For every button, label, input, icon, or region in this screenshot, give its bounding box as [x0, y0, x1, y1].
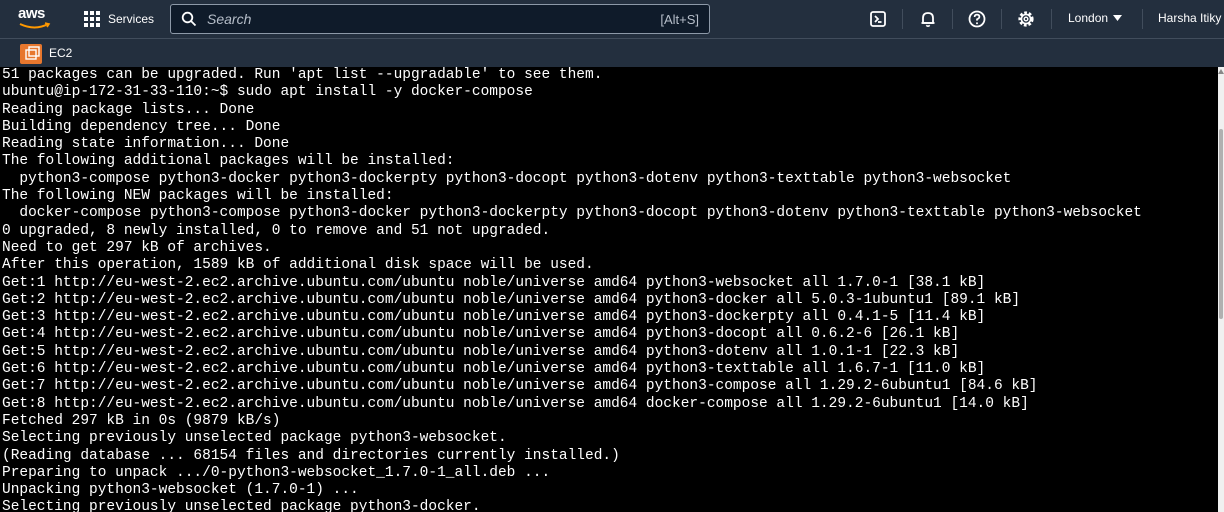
region-selector[interactable]: London [1068, 11, 1123, 25]
terminal-line: Get:4 http://eu-west-2.ec2.archive.ubunt… [2, 326, 960, 343]
terminal-line: Get:2 http://eu-west-2.ec2.archive.ubunt… [2, 291, 1021, 308]
aws-logo-text: aws [18, 5, 45, 22]
account-name: Harsha Itiky [1158, 11, 1222, 25]
terminal-line: Unpacking python3-websocket (1.7.0-1) ..… [2, 482, 359, 499]
nav-divider [1001, 9, 1002, 29]
terminal-line: 0 upgraded, 8 newly installed, 0 to remo… [2, 222, 551, 239]
terminal-line: python3-compose python3-docker python3-d… [2, 170, 1012, 187]
service-breadcrumb-bar: EC2 [0, 38, 1224, 67]
terminal-line: Preparing to unpack .../0-python3-websoc… [2, 464, 551, 481]
aws-logo[interactable]: aws [18, 5, 54, 33]
aws-smile-icon [19, 22, 51, 29]
terminal-line: Building dependency tree... Done [2, 118, 281, 135]
terminal-line: Get:5 http://eu-west-2.ec2.archive.ubunt… [2, 343, 960, 360]
ec2-service-link[interactable]: EC2 [49, 46, 72, 60]
region-label: London [1068, 11, 1109, 25]
search-bar[interactable]: [Alt+S] [170, 4, 710, 34]
terminal-output[interactable]: 51 packages can be upgraded. Run 'apt li… [0, 67, 1218, 512]
cloudshell-icon[interactable] [868, 9, 888, 29]
terminal-line: Get:7 http://eu-west-2.ec2.archive.ubunt… [2, 378, 1038, 395]
ec2-chip-icon [25, 46, 40, 60]
search-shortcut-hint: [Alt+S] [660, 11, 699, 27]
terminal-line: Reading state information... Done [2, 136, 290, 153]
nav-divider [1142, 9, 1143, 29]
terminal-line: 51 packages can be upgraded. Run 'apt li… [2, 67, 603, 83]
search-icon [181, 11, 197, 27]
terminal-line: Need to get 297 kB of archives. [2, 239, 272, 256]
terminal-line: Fetched 297 kB in 0s (9879 kB/s) [2, 412, 281, 429]
gear-icon[interactable] [1016, 9, 1036, 29]
terminal-line: Selecting previously unselected package … [2, 430, 507, 447]
terminal-line: ubuntu@ip-172-31-33-110:~$ sudo apt inst… [2, 84, 533, 101]
terminal-line: Get:6 http://eu-west-2.ec2.archive.ubunt… [2, 361, 986, 378]
terminal-line: After this operation, 1589 kB of additio… [2, 257, 594, 274]
ec2-service-icon[interactable] [20, 44, 42, 64]
terminal-line: The following additional packages will b… [2, 153, 455, 170]
account-menu[interactable]: Harsha Itiky [1158, 11, 1221, 25]
nav-divider [902, 9, 903, 29]
services-menu-button[interactable]: Services [84, 8, 154, 30]
search-input[interactable] [205, 10, 661, 28]
terminal-line: Reading package lists... Done [2, 101, 255, 118]
terminal-line: Get:3 http://eu-west-2.ec2.archive.ubunt… [2, 309, 986, 326]
terminal-line: (Reading database ... 68154 files and di… [2, 447, 620, 464]
services-label: Services [108, 12, 155, 26]
terminal-line: docker-compose python3-compose python3-d… [2, 205, 1142, 222]
scroll-up-arrow-icon[interactable] [1218, 69, 1224, 74]
nav-divider [1051, 9, 1052, 29]
terminal-scrollbar[interactable] [1218, 67, 1224, 512]
terminal-line: The following NEW packages will be insta… [2, 188, 394, 205]
nav-divider [952, 9, 953, 29]
help-icon[interactable] [967, 9, 987, 29]
top-navigation-bar: aws Services [Alt+S] [0, 0, 1224, 38]
terminal-line: Get:1 http://eu-west-2.ec2.archive.ubunt… [2, 274, 986, 291]
bell-icon[interactable] [918, 9, 938, 29]
caret-down-icon [1113, 15, 1123, 21]
terminal-line: Get:8 http://eu-west-2.ec2.archive.ubunt… [2, 395, 1029, 412]
terminal-line: Selecting previously unselected package … [2, 499, 481, 512]
scrollbar-thumb[interactable] [1219, 129, 1223, 319]
services-grid-icon [84, 11, 100, 27]
